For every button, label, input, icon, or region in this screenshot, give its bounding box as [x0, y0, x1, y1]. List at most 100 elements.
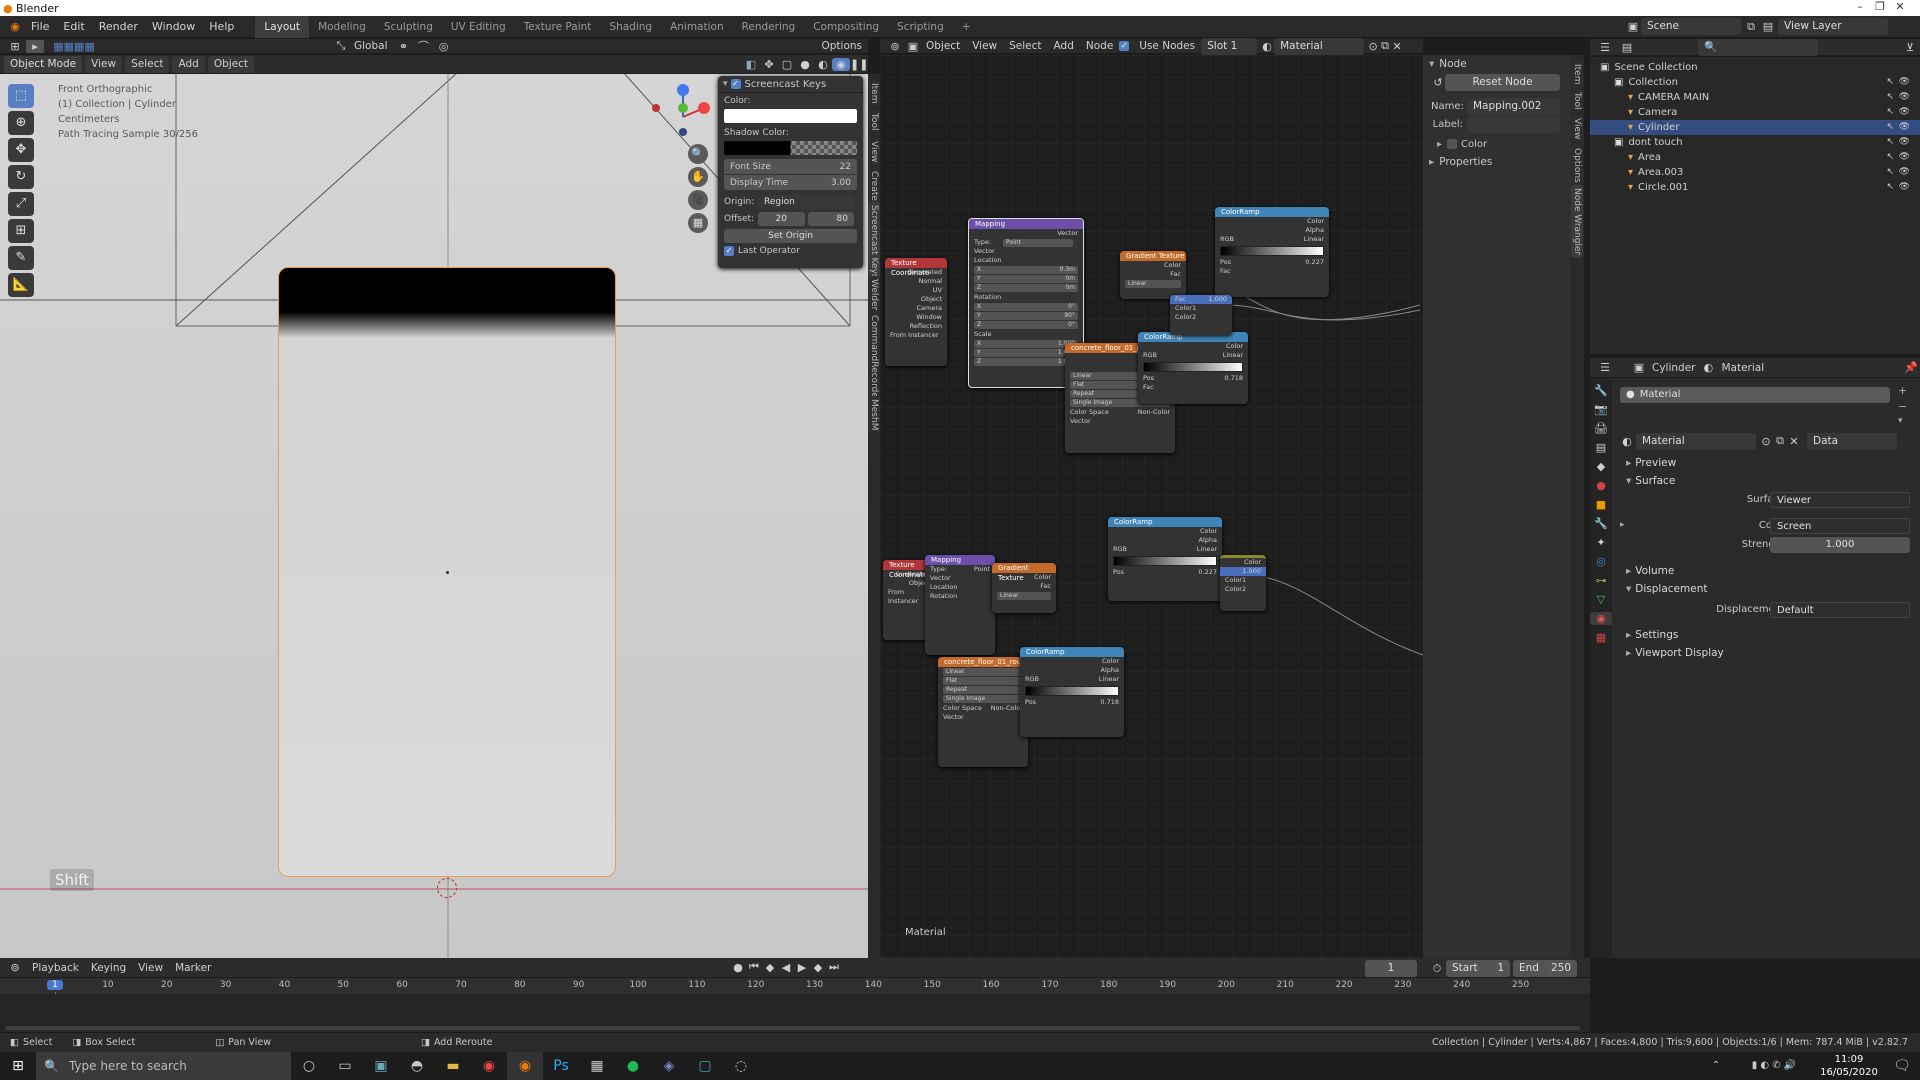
close-button[interactable]: ✕ [1880, 0, 1920, 16]
editor-type-icon[interactable]: ⊞ [4, 40, 26, 53]
pivot-icon[interactable]: ⚭ [394, 40, 414, 53]
node-menu-select[interactable]: Select [1003, 40, 1047, 52]
display-time-field[interactable]: Display Time 3.00 [724, 175, 857, 190]
colorramp-node-d[interactable]: ColorRamp Color Alpha RGB Linear Pos 0.227 [1108, 517, 1222, 601]
outliner-item[interactable]: ▾ CAMERA MAIN ↖ 👁 [1590, 90, 1920, 105]
rot-y-field[interactable]: 90° Y [974, 312, 1078, 320]
prev-key-icon[interactable]: ◆ [762, 961, 778, 974]
unlink-material-icon[interactable]: ✕ [1391, 40, 1403, 53]
playback-menu[interactable]: Playback [26, 962, 85, 974]
select-box-icon[interactable]: ⬚ [8, 84, 34, 108]
jump-end-icon[interactable]: ⏭ [826, 960, 842, 974]
filter-icon[interactable]: ⊻ [1900, 41, 1920, 54]
windows-start-icon[interactable]: ⊞ [0, 1052, 36, 1080]
shading-material-icon[interactable]: ◐ [814, 58, 832, 71]
selectable-arrow-icon[interactable]: ↖ [1886, 105, 1894, 120]
node-properties-header[interactable]: ▸ Properties [1423, 153, 1571, 171]
app-icon-4[interactable]: ◌ [723, 1052, 759, 1080]
task-view-icon[interactable]: ▭ [327, 1052, 363, 1080]
outliner-item[interactable]: ▾ Circle.001 ↖ 👁 [1590, 180, 1920, 195]
visibility-eye-icon[interactable]: 👁 [1899, 75, 1910, 90]
file-explorer-icon[interactable]: ▬ [435, 1052, 471, 1080]
ramp-a-interp[interactable]: Linear [1223, 351, 1243, 360]
scale-x-field[interactable]: 1.000X [974, 340, 1078, 348]
colorramp-node-a[interactable]: ColorRamp Color RGB Linear Pos 0.718 Fac [1138, 332, 1248, 404]
ramp-d-interp[interactable]: Linear [1197, 545, 1217, 554]
start-frame-field[interactable]: Start 1 [1446, 960, 1510, 977]
section-displacement[interactable]: ▾ Displacement [1612, 580, 1920, 598]
browse-material-icon[interactable]: ◐ [1618, 435, 1636, 448]
next-key-icon[interactable]: ◆ [810, 961, 826, 974]
node-tab-tool[interactable]: Tool [1571, 89, 1583, 113]
gradient-texture-node[interactable]: Gradient Texture Color Fac Linear [1120, 251, 1186, 299]
calculator-icon[interactable]: ▦ [579, 1052, 615, 1080]
visibility-eye-icon[interactable]: 👁 [1899, 165, 1910, 180]
tab-animation[interactable]: Animation [661, 16, 733, 38]
tool-tab-icon[interactable]: 🔧 [1590, 384, 1612, 397]
proportional-icon[interactable]: ◎ [434, 40, 454, 53]
shadow-color-swatch[interactable] [724, 141, 857, 155]
visibility-eye-icon[interactable]: 👁 [1899, 135, 1910, 150]
new-scene-icon[interactable]: ⧉ [1744, 20, 1758, 34]
selectable-arrow-icon[interactable]: ↖ [1886, 135, 1894, 150]
tray-icons[interactable]: ▮ ◐ ✆ 🔊 [1734, 1052, 1814, 1080]
visibility-eye-icon[interactable]: 👁 [1899, 120, 1910, 135]
menu-edit[interactable]: Edit [56, 16, 91, 38]
gizmo-icon[interactable]: ✥ [760, 58, 778, 71]
overlay-icon[interactable]: ◧ [742, 58, 760, 71]
side-tab-view[interactable]: View [868, 138, 880, 166]
node-label-field[interactable] [1467, 115, 1560, 133]
3d-viewport[interactable]: Front Orthographic (1) Collection | Cyli… [0, 74, 868, 958]
scale-tool-icon[interactable]: ⤢ [8, 192, 34, 216]
image-2-colorspace-value[interactable]: Non-Color [991, 704, 1023, 713]
scene-selector[interactable]: Scene [1641, 18, 1741, 35]
selectable-arrow-icon[interactable]: ↖ [1886, 75, 1894, 90]
navigation-gizmo[interactable] [648, 82, 718, 152]
timeline-view-menu[interactable]: View [132, 962, 169, 974]
record-icon[interactable]: ● [730, 961, 746, 974]
surface-shader-field[interactable]: Viewer [1770, 492, 1910, 508]
blender-menu-icon[interactable]: ◉ [6, 20, 24, 33]
ramp-a-pos-value[interactable]: 0.718 [1224, 374, 1243, 383]
keying-menu[interactable]: Keying [85, 962, 132, 974]
jump-start-icon[interactable]: ⏮ [746, 960, 762, 974]
screencast-enable-checkbox[interactable]: ✓ [730, 79, 741, 89]
zoom-icon[interactable]: 🔍 [688, 144, 708, 164]
tab-layout[interactable]: Layout [255, 15, 310, 38]
rotate-tool-icon[interactable]: ↻ [8, 165, 34, 189]
ramp-c-gradient[interactable] [1025, 686, 1119, 696]
fake-user-icon[interactable]: ⊙ [1367, 40, 1379, 53]
move-tool-icon[interactable]: ✥ [8, 138, 34, 162]
camera-view-icon[interactable]: 🎥 [688, 190, 708, 210]
add-slot-icon[interactable]: + [1898, 384, 1907, 397]
ramp-d-mode[interactable]: RGB [1113, 545, 1127, 554]
font-size-field[interactable]: Font Size 22 [724, 159, 857, 174]
selectable-arrow-icon[interactable]: ↖ [1886, 120, 1894, 135]
mix-b-fac-value[interactable]: 1.000 [1242, 567, 1261, 576]
snap-icon[interactable]: ⌒ [414, 38, 434, 54]
perspective-icon[interactable]: ▦ [688, 213, 708, 233]
node-menu-view[interactable]: View [966, 40, 1003, 52]
mapping-type-dropdown[interactable]: Point [1003, 239, 1073, 247]
cortana-icon[interactable]: ○ [291, 1052, 327, 1080]
selectable-arrow-icon[interactable]: ↖ [1886, 150, 1894, 165]
scene-tab-icon[interactable]: ◆ [1590, 460, 1612, 473]
properties-type-icon[interactable]: ☰ [1594, 361, 1616, 374]
node-name-field[interactable]: Mapping.002 [1467, 97, 1560, 115]
physics-tab-icon[interactable]: ◎ [1590, 555, 1612, 568]
last-operator-checkbox[interactable]: ✓ [724, 246, 734, 256]
scale-y-field[interactable]: 1.000Y [974, 349, 1078, 357]
visibility-eye-icon[interactable]: 👁 [1899, 150, 1910, 165]
outliner-item[interactable]: ▣ Collection ↖ 👁 [1590, 75, 1920, 90]
ramp-c-interp[interactable]: Linear [1099, 675, 1119, 684]
node-color-row[interactable]: ▸ Color [1423, 135, 1571, 153]
node-tab-options[interactable]: Options [1571, 145, 1583, 186]
material-name-field[interactable]: Material [1636, 432, 1756, 450]
slot-dropdown[interactable]: Slot 1 [1201, 37, 1258, 55]
app-icon-1[interactable]: ▣ [363, 1052, 399, 1080]
select-tool-icon[interactable]: ▸ [26, 39, 44, 53]
strength-field[interactable]: 1.000 [1770, 537, 1910, 553]
spotify-icon[interactable]: ● [615, 1052, 651, 1080]
node-section-header[interactable]: ▾ Node [1423, 55, 1571, 73]
shader-type-dropdown[interactable]: Object [920, 40, 966, 52]
